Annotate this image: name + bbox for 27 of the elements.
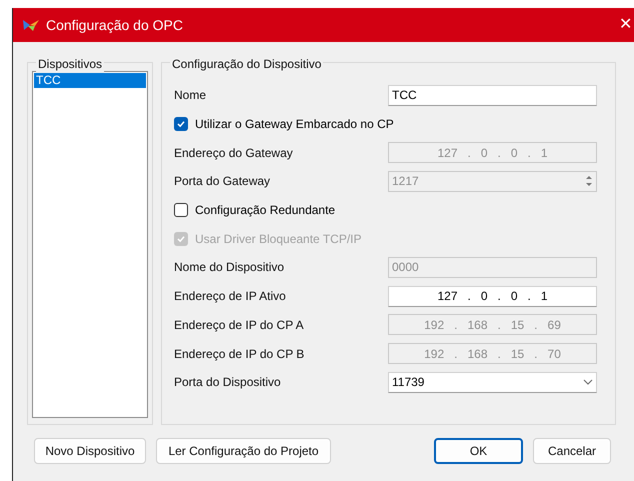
field-label: Endereço de IP do CP B [174, 346, 304, 363]
checkbox[interactable] [174, 117, 188, 132]
dialog-button[interactable]: Novo Dispositivo [34, 438, 146, 464]
checkbox-label: Configuração Redundante [195, 202, 336, 220]
device-list-item[interactable]: TCC [34, 73, 146, 88]
dialog-button[interactable]: OK [434, 438, 523, 464]
field-label: Endereço de IP do CP A [174, 316, 304, 334]
checkbox[interactable] [174, 203, 188, 218]
close-button[interactable]: ✕ [619, 13, 634, 37]
checkbox-label: Utilizar o Gateway Embarcado no CP [195, 116, 394, 134]
field-label: Nome do Dispositivo [174, 259, 284, 276]
port-dropdown[interactable]: 11739 [388, 372, 597, 393]
checkmark-icon [176, 234, 186, 244]
field-label: Endereço de IP Ativo [174, 288, 286, 306]
checkbox-label: Usar Driver Bloqueante TCP/IP [195, 230, 362, 248]
window-title: Configuração do OPC [46, 16, 183, 35]
field-label: Porta do Gateway [174, 173, 270, 190]
field-label: Nome [174, 87, 206, 104]
dropdown-chevron-icon [583, 379, 593, 386]
ip-address-field[interactable]: 127 . 0 . 0 . 1 [388, 286, 597, 307]
dialog-button[interactable]: Cancelar [533, 438, 611, 464]
field-label: Porta do Dispositivo [174, 374, 281, 392]
text-field[interactable]: TCC [388, 84, 597, 106]
field-label: Endereço do Gateway [174, 144, 293, 162]
dialog-button[interactable]: Ler Configuração do Projeto [156, 438, 331, 464]
app-logo-icon [22, 18, 40, 32]
checkmark-icon [176, 119, 186, 130]
